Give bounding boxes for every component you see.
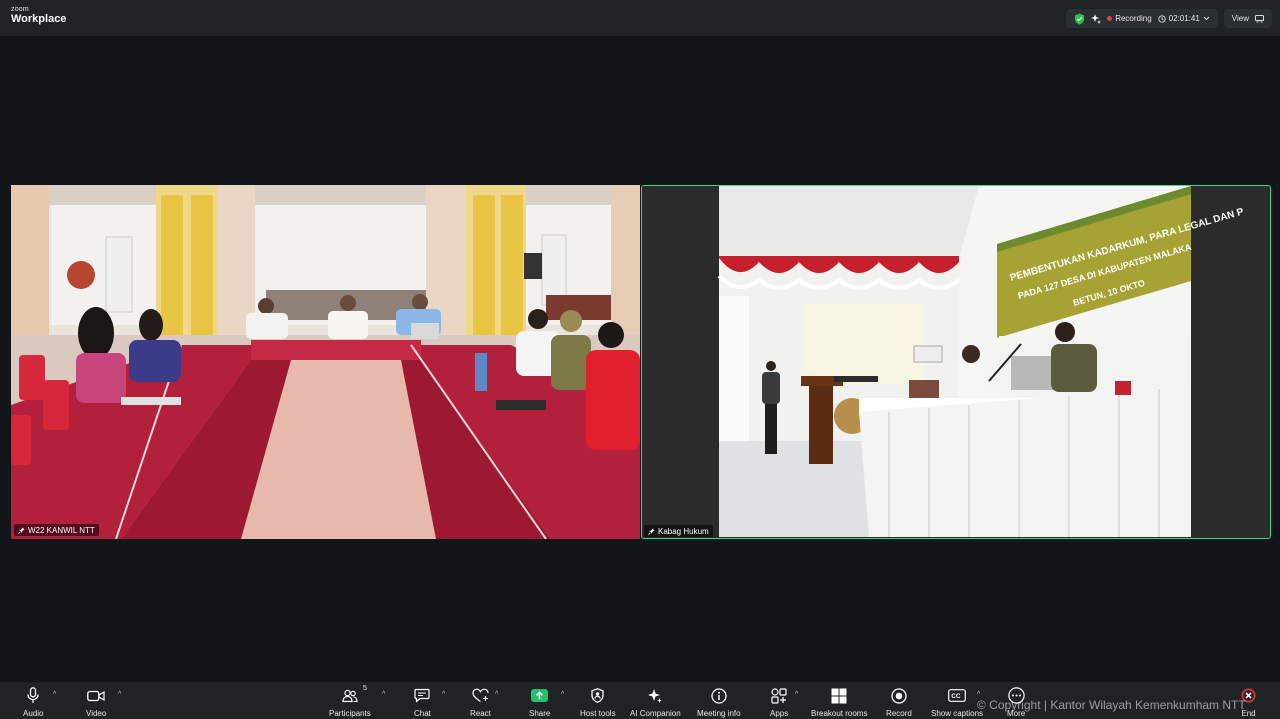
- recording-label: Recording: [1115, 14, 1152, 23]
- video-options-caret[interactable]: ^: [118, 691, 121, 698]
- audio-options-caret[interactable]: ^: [53, 691, 56, 698]
- logo-brand-top: zoom: [11, 6, 29, 13]
- participants-options-caret[interactable]: ^: [382, 691, 385, 698]
- react-options-caret[interactable]: ^: [495, 691, 498, 698]
- share-label: Share: [529, 709, 551, 718]
- grid-view-icon: [1255, 14, 1264, 22]
- view-button[interactable]: View: [1223, 9, 1272, 28]
- audio-label: Audio: [23, 709, 44, 718]
- participant-name-tag: W22 KANWIL NTT: [14, 524, 99, 536]
- hall-video-frame: PEMBENTUKAN KADARKUM, PARA LEGAL DAN P P…: [642, 186, 1269, 537]
- participant-name: Kabag Hukum: [658, 526, 709, 536]
- breakout-rooms-label: Breakout rooms: [811, 709, 868, 718]
- record-label: Record: [886, 709, 912, 718]
- participants-button[interactable]: 5 Participants: [329, 685, 371, 718]
- participant-name: W22 KANWIL NTT: [28, 525, 95, 535]
- ai-companion-sparkle-icon: [648, 688, 663, 703]
- share-button[interactable]: Share: [529, 686, 550, 718]
- video-camera-icon: [87, 690, 105, 701]
- chevron-down-icon: [1203, 16, 1210, 21]
- apps-label: Apps: [770, 709, 789, 718]
- ai-companion-button[interactable]: AI Companion: [630, 686, 681, 718]
- participants-count-badge: 5: [362, 685, 367, 692]
- meeting-info-button[interactable]: Meeting info: [697, 686, 741, 718]
- chat-bubble-icon: [414, 688, 431, 703]
- video-label: Video: [86, 709, 107, 718]
- react-label: React: [470, 709, 491, 718]
- apps-options-caret[interactable]: ^: [795, 691, 798, 698]
- participants-icon: [342, 689, 358, 702]
- shield-icon[interactable]: [1074, 13, 1085, 25]
- ai-companion-label: AI Companion: [630, 709, 681, 718]
- pin-icon: [648, 527, 655, 535]
- heart-reaction-icon: [472, 688, 489, 702]
- host-tools-shield-icon: [591, 688, 604, 703]
- info-icon: [711, 687, 727, 704]
- participants-label: Participants: [329, 709, 371, 718]
- video-button[interactable]: Video: [86, 686, 106, 718]
- view-label: View: [1231, 14, 1249, 23]
- logo-brand-bottom: Workplace: [11, 13, 67, 25]
- meeting-room-video-frame: [11, 185, 640, 539]
- chat-options-caret[interactable]: ^: [442, 691, 445, 698]
- show-captions-label: Show captions: [931, 709, 984, 718]
- chat-label: Chat: [414, 709, 431, 718]
- record-button[interactable]: Record: [886, 686, 912, 718]
- breakout-rooms-icon: [831, 688, 847, 703]
- apps-button[interactable]: Apps: [770, 686, 788, 718]
- closed-captions-icon: CC: [948, 689, 966, 702]
- video-tile-kabag-hukum[interactable]: PEMBENTUKAN KADARKUM, PARA LEGAL DAN P P…: [641, 185, 1271, 539]
- meeting-info-label: Meeting info: [697, 709, 741, 718]
- show-captions-button[interactable]: CC Show captions: [931, 686, 983, 718]
- chat-button[interactable]: Chat: [414, 686, 431, 718]
- copyright-watermark: © Copyright | Kantor Wilayah Kemenkumham…: [977, 698, 1246, 712]
- record-icon: [891, 687, 907, 704]
- share-screen-icon: [531, 688, 549, 702]
- top-bar: zoom Workplace Recording 02:01:41 View: [0, 0, 1280, 36]
- react-button[interactable]: React: [470, 686, 491, 718]
- microphone-icon: [27, 687, 39, 703]
- participant-name-tag: Kabag Hukum: [644, 525, 713, 537]
- clock-icon: [1158, 14, 1166, 23]
- recording-dot: [1107, 16, 1113, 21]
- breakout-rooms-button[interactable]: Breakout rooms: [811, 686, 867, 718]
- video-tile-w22-kanwil-ntt[interactable]: W22 KANWIL NTT: [11, 185, 640, 539]
- share-options-caret[interactable]: ^: [561, 691, 564, 698]
- audio-button[interactable]: Audio: [23, 686, 43, 718]
- apps-icon: [771, 687, 787, 704]
- recording-status-pill[interactable]: Recording 02:01:41: [1066, 9, 1218, 28]
- elapsed-time: 02:01:41: [1168, 14, 1200, 23]
- zoom-logo: zoom Workplace: [11, 6, 66, 25]
- host-tools-button[interactable]: Host tools: [580, 686, 616, 718]
- svg-text:CC: CC: [951, 693, 961, 700]
- meeting-status-area: Recording 02:01:41 View: [1066, 9, 1272, 28]
- pin-icon: [18, 526, 25, 534]
- ai-sparkle-icon[interactable]: [1091, 13, 1102, 24]
- host-tools-label: Host tools: [580, 709, 616, 718]
- meeting-timer[interactable]: 02:01:41: [1158, 14, 1210, 23]
- captions-options-caret[interactable]: ^: [977, 691, 980, 698]
